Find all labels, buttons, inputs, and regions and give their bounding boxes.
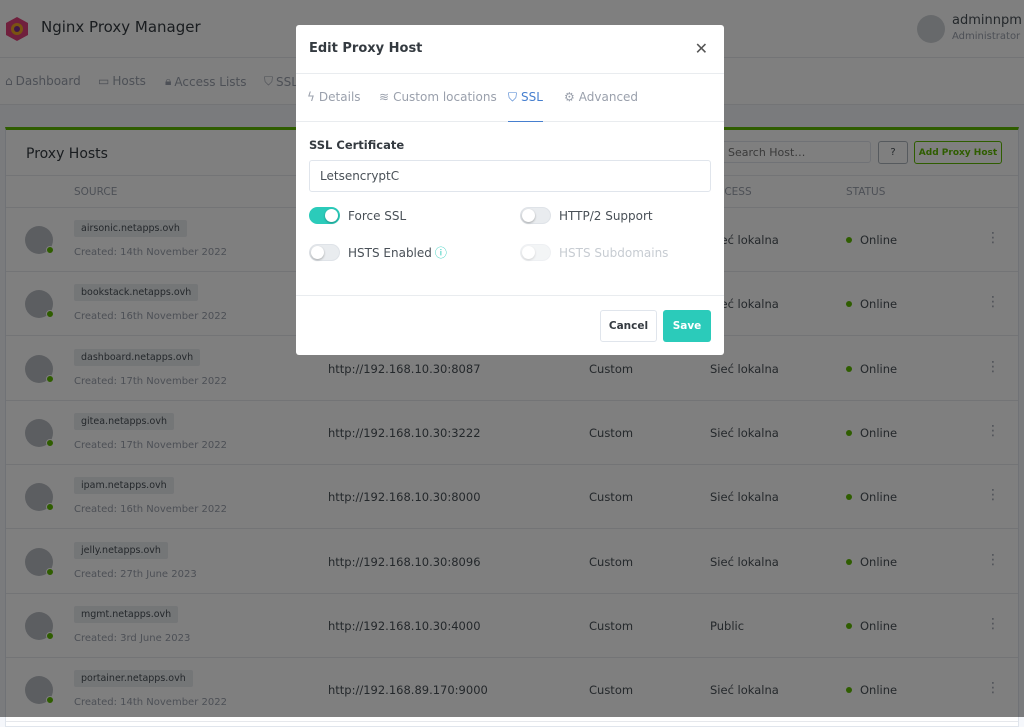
toggle-label: HTTP/2 Support	[559, 208, 653, 223]
ssl-certificate-select[interactable]	[309, 160, 711, 192]
layers-icon: ≋	[379, 90, 390, 104]
tab-label: Custom locations	[393, 90, 497, 104]
gear-icon: ⚙	[564, 90, 575, 104]
save-button[interactable]: Save	[663, 310, 711, 342]
ssl-certificate-label: SSL Certificate	[309, 138, 405, 152]
close-icon[interactable]: ✕	[695, 39, 708, 58]
modal-tabs: ϟ Details ≋ Custom locations ⛉ SSL ⚙ Advance…	[296, 73, 724, 122]
toggle-label: Force SSL	[348, 208, 407, 223]
tab-label: Advanced	[578, 90, 639, 104]
hsts-toggle[interactable]: HSTS Enabled ⓘ	[309, 244, 447, 261]
toggle-switch	[520, 244, 551, 261]
http2-toggle[interactable]: HTTP/2 Support	[520, 207, 653, 224]
help-circle-icon[interactable]: ⓘ	[435, 244, 447, 261]
tab-ssl[interactable]: ⛉ SSL	[508, 90, 543, 122]
modal-footer-divider	[296, 295, 724, 296]
tab-label: Details	[318, 90, 361, 104]
toggle-switch[interactable]	[309, 207, 340, 224]
toggle-switch[interactable]	[520, 207, 551, 224]
lightning-icon: ϟ	[307, 90, 315, 104]
shield-icon: ⛉	[508, 90, 518, 104]
toggle-label: HSTS Enabled	[348, 245, 432, 260]
cancel-button[interactable]: Cancel	[600, 310, 657, 342]
tab-label: SSL	[521, 90, 543, 104]
toggle-label: HSTS Subdomains	[559, 245, 669, 260]
force-ssl-toggle[interactable]: Force SSL	[309, 207, 406, 224]
tab-details[interactable]: ϟ Details	[307, 90, 361, 122]
toggle-switch[interactable]	[309, 244, 340, 261]
edit-proxy-host-modal: Edit Proxy Host ✕ ϟ Details ≋ Custom locat…	[296, 25, 724, 355]
tab-advanced[interactable]: ⚙ Advanced	[564, 90, 638, 122]
tab-custom-locations[interactable]: ≋ Custom locations	[379, 90, 497, 122]
hsts-subdomains-toggle: HSTS Subdomains	[520, 244, 668, 261]
modal-title: Edit Proxy Host	[309, 41, 423, 56]
